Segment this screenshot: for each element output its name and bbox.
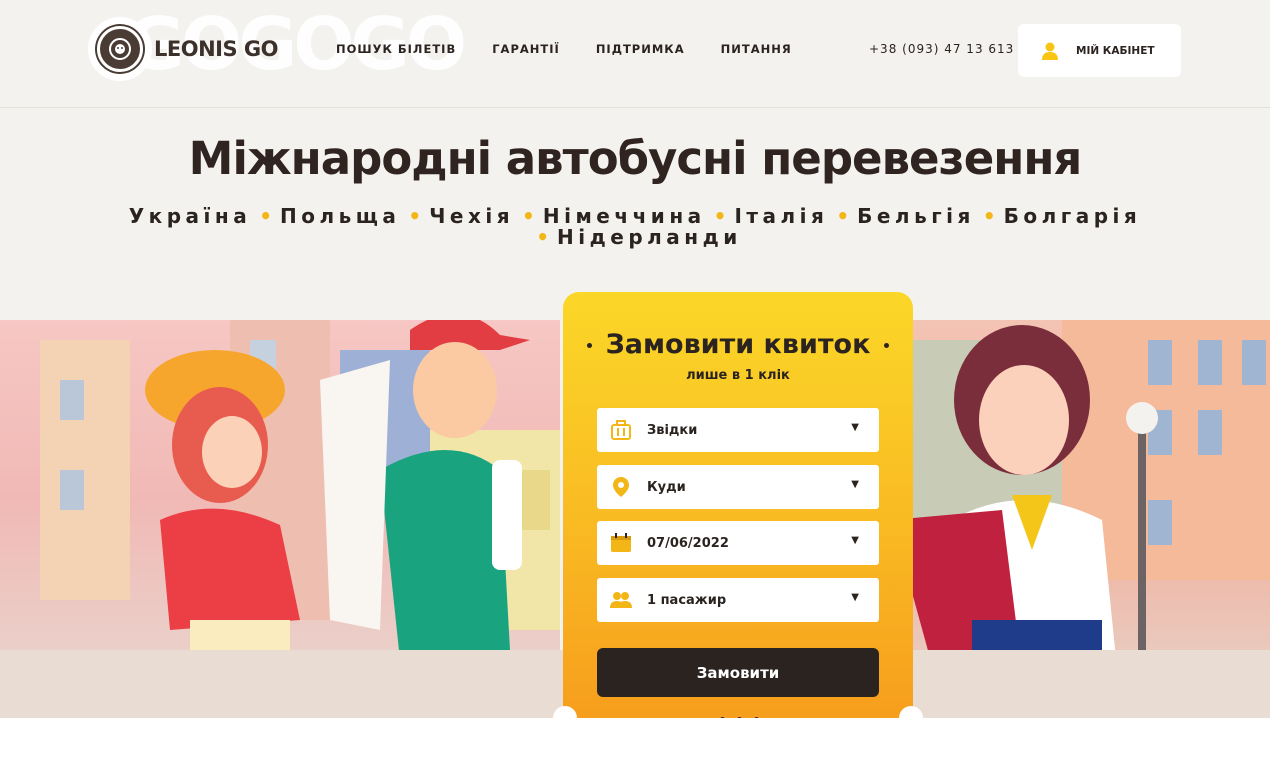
luggage-icon — [609, 418, 633, 442]
date-select[interactable]: 07/06/2022 ▼ — [597, 521, 879, 565]
chevron-down-icon: ▼ — [851, 479, 859, 490]
passengers-icon — [609, 588, 633, 612]
nav-link-faq[interactable]: ПИТАННЯ — [721, 42, 792, 56]
from-value: Звідки — [647, 422, 698, 438]
country-item: Нідерланди — [557, 225, 742, 249]
separator-dot: • — [536, 225, 550, 249]
nav-link-support[interactable]: ПІДТРИМКА — [596, 42, 685, 56]
booking-widget: Замовити квиток лише в 1 клік Звідки ▼ К… — [553, 292, 923, 746]
my-account-label: МІЙ КАБІНЕТ — [1076, 44, 1155, 57]
chevron-down-icon: ▼ — [851, 422, 859, 433]
country-item: Бельгія — [857, 204, 975, 228]
country-list: Україна • Польща • Чехія • Німеччина • Італія • Бе… — [40, 206, 1230, 248]
separator-dot: • — [259, 204, 273, 228]
country-item: Польща — [280, 204, 401, 228]
country-item: Італія — [734, 204, 829, 228]
site-header: GOGOGO LEONIS GO ПОШУК БІЛЕТІВ ГАРАНТІЇ … — [0, 0, 1270, 108]
separator-dot: • — [982, 204, 996, 228]
country-item: Болгарія — [1003, 204, 1142, 228]
location-pin-icon — [609, 475, 633, 499]
from-select[interactable]: Звідки ▼ — [597, 408, 879, 452]
passengers-select[interactable]: 1 пасажир ▼ — [597, 578, 879, 622]
user-icon — [1042, 42, 1058, 60]
booking-title: Замовити квиток — [563, 329, 913, 360]
booking-title-text: Замовити квиток — [605, 329, 871, 360]
site-logo[interactable]: LEONIS GO — [88, 17, 279, 81]
chevron-down-icon: ▼ — [851, 592, 859, 603]
nav-link-guarantees[interactable]: ГАРАНТІЇ — [492, 42, 560, 56]
country-item: Чехія — [429, 204, 515, 228]
to-select[interactable]: Куди ▼ — [597, 465, 879, 509]
separator-dot: • — [522, 204, 535, 228]
separator-dot: • — [408, 204, 422, 228]
booking-subtitle: лише в 1 клік — [686, 368, 790, 383]
country-item: Україна — [128, 204, 252, 228]
page-title: Міжнародні автобусні перевезення — [188, 132, 1083, 185]
title-dot — [884, 343, 890, 348]
page-bottom — [0, 718, 1270, 758]
title-dot — [586, 343, 592, 348]
calendar-icon — [609, 531, 633, 555]
chevron-down-icon: ▼ — [851, 535, 859, 546]
main-nav: ПОШУК БІЛЕТІВ ГАРАНТІЇ ПІДТРИМКА ПИТАННЯ — [336, 42, 828, 56]
nav-link-ticket-search[interactable]: ПОШУК БІЛЕТІВ — [336, 42, 456, 56]
phone-number[interactable]: +38 (093) 47 13 613 — [869, 42, 1014, 56]
order-button[interactable]: Замовити — [597, 648, 879, 697]
to-value: Куди — [647, 479, 686, 495]
my-account-button[interactable]: МІЙ КАБІНЕТ — [1018, 24, 1181, 77]
separator-dot: • — [836, 204, 850, 228]
date-value: 07/06/2022 — [647, 535, 729, 551]
passengers-value: 1 пасажир — [647, 592, 727, 608]
logo-text: LEONIS GO — [154, 37, 279, 61]
lion-logo-icon — [88, 17, 152, 81]
